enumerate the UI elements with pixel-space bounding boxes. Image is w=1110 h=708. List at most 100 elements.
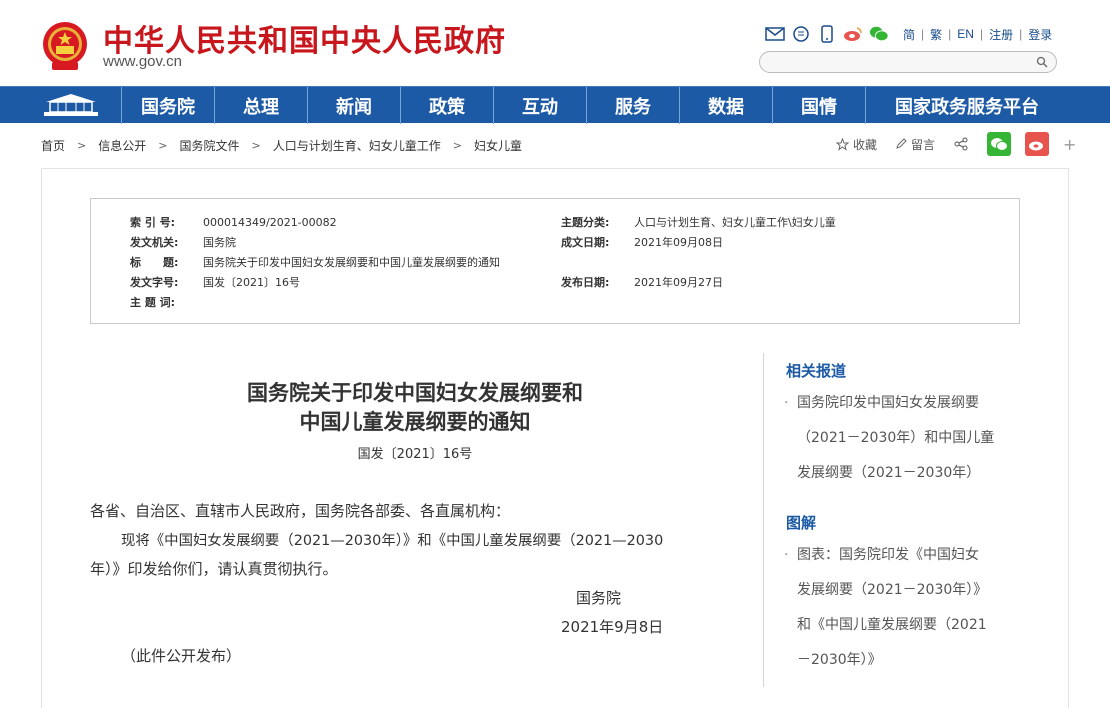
- meta-title-row: 标 题: 国务院关于印发中国妇女发展纲要和中国儿童发展纲要的通知: [130, 254, 500, 270]
- related-reports-heading: 相关报道: [786, 362, 847, 380]
- meta-label: 发文字号:: [130, 276, 179, 289]
- share-tools: 收藏 留言 +: [836, 132, 1076, 156]
- national-emblem-icon[interactable]: [40, 20, 90, 72]
- nav-item-services[interactable]: 服务: [586, 87, 679, 124]
- mail-icon[interactable]: [765, 25, 785, 43]
- divider: |: [921, 27, 925, 41]
- article-title-line: 国务院关于印发中国妇女发展纲要和: [247, 381, 583, 405]
- graphic-heading: 图解: [786, 514, 817, 532]
- meta-keywords-row: 主 题 词:: [130, 294, 203, 310]
- meta-value: 2021年09月27日: [634, 276, 723, 289]
- nav-item-premier[interactable]: 总理: [214, 87, 307, 124]
- divider: |: [948, 27, 952, 41]
- meta-value: 2021年09月08日: [634, 236, 723, 249]
- nav-item-state-council[interactable]: 国务院: [121, 87, 214, 124]
- nav-item-interaction[interactable]: 互动: [493, 87, 586, 124]
- bullet: ·: [784, 395, 789, 411]
- link-line: 和《中国儿童发展纲要（2021: [797, 617, 987, 633]
- article-title-line: 中国儿童发展纲要的通知: [299, 410, 531, 434]
- meta-label: 标 题:: [130, 256, 179, 269]
- breadcrumb-women-children[interactable]: 妇女儿童: [474, 137, 522, 154]
- weibo-icon[interactable]: [843, 25, 863, 43]
- meta-docno-row: 发文字号: 国发〔2021〕16号: [130, 274, 300, 290]
- meta-label: 主题分类:: [561, 216, 610, 229]
- meta-value: 人口与计划生育、妇女儿童工作\妇女儿童: [634, 216, 836, 229]
- meta-value: 国务院: [203, 236, 236, 249]
- meta-index-row: 索 引 号: 000014349/2021-00082: [130, 214, 337, 230]
- wechat-share-icon[interactable]: [987, 132, 1012, 156]
- breadcrumb-home[interactable]: 首页: [41, 137, 65, 154]
- signature: 国务院: [576, 589, 622, 607]
- meta-created-row: 成文日期: 2021年09月08日: [561, 234, 723, 250]
- body-paragraph: 现将《中国妇女发展纲要（2021—2030年）》和《中国儿童发展纲要（2021—…: [121, 533, 664, 549]
- main-nav: 国务院 总理 新闻 政策 互动 服务 数据 国情 国家政务服务平台: [0, 86, 1110, 124]
- divider: |: [1019, 27, 1023, 41]
- meta-value: 国发〔2021〕16号: [203, 276, 300, 289]
- sidebar-divider: [763, 353, 764, 687]
- comment-label: 留言: [911, 137, 936, 152]
- link-line: 图表：国务院印发《中国妇女: [797, 547, 979, 563]
- breadcrumb-state-council-docs[interactable]: 国务院文件: [179, 137, 239, 154]
- login-link[interactable]: 登录: [1028, 26, 1052, 43]
- more-share-icon[interactable]: +: [1063, 135, 1076, 154]
- site-url[interactable]: www.gov.cn: [103, 53, 182, 70]
- chevron-right-icon: >: [452, 139, 462, 152]
- weibo-share-icon[interactable]: [1025, 132, 1050, 156]
- nav-item-national-info[interactable]: 国情: [772, 87, 865, 124]
- home-gate-icon[interactable]: [40, 90, 102, 120]
- signature-date: 2021年9月8日: [561, 618, 664, 636]
- mobile-icon[interactable]: [817, 25, 837, 43]
- related-report-link[interactable]: · 国务院印发中国妇女发展纲要 （2021－2030年）和中国儿童 发展纲要（2…: [784, 386, 1014, 491]
- share-icon[interactable]: [953, 132, 969, 156]
- link-line: 发展纲要（2021－2030年）》: [797, 582, 988, 598]
- favorite-label: 收藏: [853, 137, 878, 152]
- lang-simplified-link[interactable]: 简: [903, 26, 915, 43]
- search-icon[interactable]: [1036, 56, 1048, 68]
- header-tools: 简 | 繁 | EN | 注册 | 登录: [765, 24, 1052, 44]
- wechat-icon[interactable]: [869, 25, 889, 43]
- meta-topic-row: 主题分类: 人口与计划生育、妇女儿童工作\妇女儿童: [561, 214, 836, 230]
- divider: |: [979, 27, 984, 41]
- graphic-link[interactable]: · 图表：国务院印发《中国妇女 发展纲要（2021－2030年）》 和《中国儿童…: [784, 538, 1014, 678]
- meta-label: 成文日期:: [561, 236, 610, 249]
- nav-item-gov-service-platform[interactable]: 国家政务服务平台: [865, 87, 1068, 124]
- link-line: 发展纲要（2021－2030年）: [797, 465, 981, 481]
- search-input[interactable]: [759, 51, 1057, 73]
- pencil-icon: [895, 138, 907, 150]
- meta-label: 索 引 号:: [130, 216, 176, 229]
- meta-published-row: 发布日期: 2021年09月27日: [561, 274, 723, 290]
- site-header: 中华人民共和国中央人民政府 www.gov.cn 简 | 繁 | EN | 注册…: [0, 0, 1110, 86]
- comment-button[interactable]: 留言: [895, 136, 935, 153]
- nav-item-data[interactable]: 数据: [679, 87, 772, 124]
- nav-item-policy[interactable]: 政策: [400, 87, 493, 124]
- body-paragraph: 年）》印发给你们，请认真贯彻执行。: [90, 560, 338, 578]
- lang-english-link[interactable]: EN: [957, 27, 974, 41]
- nav-item-news[interactable]: 新闻: [307, 87, 400, 124]
- meta-label: 主 题 词:: [130, 296, 176, 309]
- lang-links: 简 | 繁 | EN | 注册 | 登录: [903, 26, 1052, 43]
- chevron-right-icon: >: [158, 139, 168, 152]
- nav-items: 国务院 总理 新闻 政策 互动 服务 数据 国情 国家政务服务平台: [121, 87, 1068, 124]
- meta-issuer-row: 发文机关: 国务院: [130, 234, 236, 250]
- lang-traditional-link[interactable]: 繁: [930, 26, 942, 43]
- article-title: 国务院关于印发中国妇女发展纲要和 中国儿童发展纲要的通知: [90, 379, 740, 437]
- salutation: 各省、自治区、直辖市人民政府，国务院各部委、各直属机构：: [90, 502, 511, 520]
- breadcrumb-population-women-children[interactable]: 人口与计划生育、妇女儿童工作: [273, 137, 441, 154]
- chevron-right-icon: >: [77, 139, 87, 152]
- chevron-right-icon: >: [251, 139, 261, 152]
- meta-value: 000014349/2021-00082: [203, 216, 337, 229]
- link-line: （2021－2030年）和中国儿童: [797, 430, 995, 446]
- link-line: 国务院印发中国妇女发展纲要: [797, 395, 979, 411]
- favorite-button[interactable]: 收藏: [836, 136, 877, 153]
- meta-label: 发布日期:: [561, 276, 610, 289]
- message-icon[interactable]: [791, 25, 811, 43]
- breadcrumb-info-disclosure[interactable]: 信息公开: [98, 137, 146, 154]
- meta-value: 国务院关于印发中国妇女发展纲要和中国儿童发展纲要的通知: [203, 256, 500, 269]
- breadcrumb: 首页 > 信息公开 > 国务院文件 > 人口与计划生育、妇女儿童工作 > 妇女儿…: [41, 137, 522, 154]
- register-link[interactable]: 注册: [989, 26, 1013, 43]
- meta-label: 发文机关:: [130, 236, 179, 249]
- publication-note: （此件公开发布）: [121, 647, 242, 665]
- link-line: －2030年）》: [797, 652, 882, 668]
- bullet: ·: [784, 547, 789, 563]
- star-icon: [836, 137, 849, 151]
